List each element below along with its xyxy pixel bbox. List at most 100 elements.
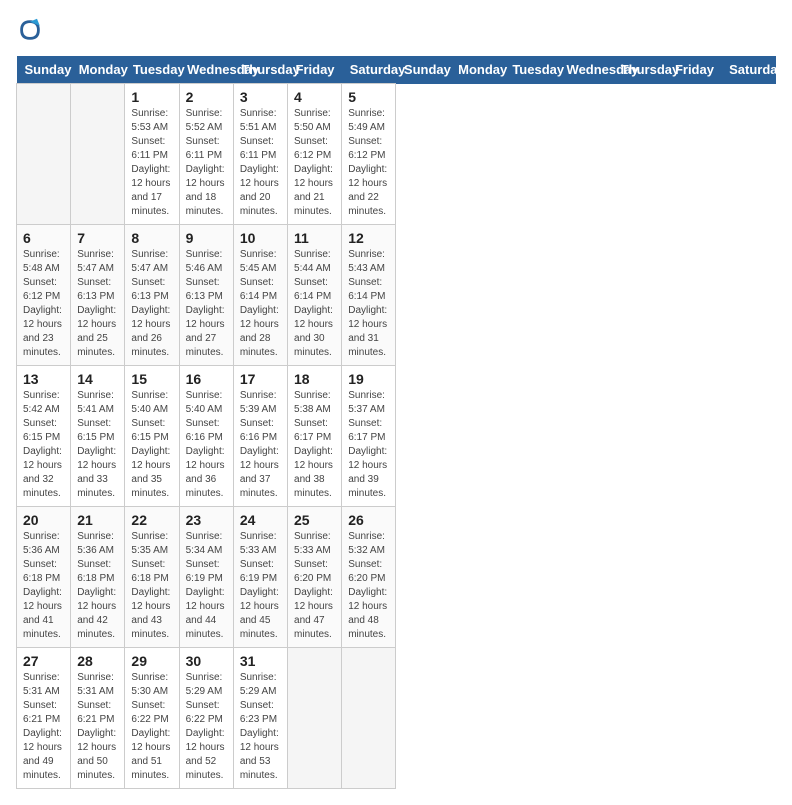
day-header-monday: Monday xyxy=(450,56,504,84)
day-info: Sunrise: 5:39 AM Sunset: 6:16 PM Dayligh… xyxy=(240,389,281,501)
calendar-cell: 27 Sunrise: 5:31 AM Sunset: 6:21 PM Dayli… xyxy=(17,648,71,789)
day-number: 10 xyxy=(240,230,281,246)
calendar-cell: 20Sunrise: 5:36 AM Sunset: 6:18 PM Dayli… xyxy=(17,507,71,648)
logo xyxy=(16,16,48,44)
calendar-cell: 29 Sunrise: 5:30 AM Sunset: 6:22 PM Dayli… xyxy=(125,648,179,789)
day-number: 6 xyxy=(23,230,64,246)
day-info: Sunrise: 5:48 AM Sunset: 6:12 PM Dayligh… xyxy=(23,248,64,360)
calendar-cell xyxy=(17,84,71,225)
day-header-sunday: Sunday xyxy=(17,56,71,84)
calendar-cell xyxy=(342,648,396,789)
day-header-wednesday: Wednesday xyxy=(179,56,233,84)
day-info: Sunrise: 5:43 AM Sunset: 6:14 PM Dayligh… xyxy=(348,248,389,360)
calendar-cell: 18 Sunrise: 5:38 AM Sunset: 6:17 PM Dayli… xyxy=(288,366,342,507)
day-number: 7 xyxy=(77,230,118,246)
day-info: Sunrise: 5:42 AM Sunset: 6:15 PM Dayligh… xyxy=(23,389,64,501)
calendar-cell xyxy=(71,84,125,225)
calendar-cell xyxy=(288,648,342,789)
day-info: Sunrise: 5:52 AM Sunset: 6:11 PM Dayligh… xyxy=(186,107,227,219)
day-number: 13 xyxy=(23,371,64,387)
day-number: 23 xyxy=(186,512,227,528)
day-header-thursday: Thursday xyxy=(613,56,667,84)
day-header-tuesday: Tuesday xyxy=(504,56,558,84)
day-info: Sunrise: 5:35 AM Sunset: 6:18 PM Dayligh… xyxy=(131,530,172,642)
day-number: 30 xyxy=(186,653,227,669)
day-info: Sunrise: 5:29 AM Sunset: 6:23 PM Dayligh… xyxy=(240,671,281,783)
logo-icon xyxy=(16,16,44,44)
calendar-week-row: 13 Sunrise: 5:42 AM Sunset: 6:15 PM Dayli… xyxy=(17,366,776,507)
day-number: 15 xyxy=(131,371,172,387)
calendar-cell: 1Sunrise: 5:53 AM Sunset: 6:11 PM Daylig… xyxy=(125,84,179,225)
calendar-header-row: SundayMondayTuesdayWednesdayThursdayFrid… xyxy=(17,56,776,84)
calendar-cell: 16Sunrise: 5:40 AM Sunset: 6:16 PM Dayli… xyxy=(179,366,233,507)
day-info: Sunrise: 5:31 AM Sunset: 6:21 PM Dayligh… xyxy=(77,671,118,783)
day-info: Sunrise: 5:47 AM Sunset: 6:13 PM Dayligh… xyxy=(77,248,118,360)
day-info: Sunrise: 5:40 AM Sunset: 6:16 PM Dayligh… xyxy=(186,389,227,501)
day-info: Sunrise: 5:32 AM Sunset: 6:20 PM Dayligh… xyxy=(348,530,389,642)
day-number: 5 xyxy=(348,89,389,105)
calendar-cell: 3Sunrise: 5:51 AM Sunset: 6:11 PM Daylig… xyxy=(233,84,287,225)
calendar-cell: 6 Sunrise: 5:48 AM Sunset: 6:12 PM Daylig… xyxy=(17,225,71,366)
day-info: Sunrise: 5:31 AM Sunset: 6:21 PM Dayligh… xyxy=(23,671,64,783)
day-info: Sunrise: 5:36 AM Sunset: 6:18 PM Dayligh… xyxy=(77,530,118,642)
day-info: Sunrise: 5:33 AM Sunset: 6:19 PM Dayligh… xyxy=(240,530,281,642)
calendar-cell: 17 Sunrise: 5:39 AM Sunset: 6:16 PM Dayli… xyxy=(233,366,287,507)
day-number: 19 xyxy=(348,371,389,387)
day-number: 20 xyxy=(23,512,64,528)
day-header-friday: Friday xyxy=(667,56,721,84)
day-info: Sunrise: 5:40 AM Sunset: 6:15 PM Dayligh… xyxy=(131,389,172,501)
day-number: 27 xyxy=(23,653,64,669)
day-info: Sunrise: 5:30 AM Sunset: 6:22 PM Dayligh… xyxy=(131,671,172,783)
day-header-friday: Friday xyxy=(288,56,342,84)
calendar-week-row: 20 Sunrise: 5:36 AM Sunset: 6:18 PM Dayli… xyxy=(17,507,776,648)
day-info: Sunrise: 5:45 AM Sunset: 6:14 PM Dayligh… xyxy=(240,248,281,360)
day-number: 17 xyxy=(240,371,281,387)
day-number: 2 xyxy=(186,89,227,105)
calendar-table: SundayMondayTuesdayWednesdayThursdayFrid… xyxy=(16,56,776,789)
day-number: 28 xyxy=(77,653,118,669)
day-number: 4 xyxy=(294,89,335,105)
day-number: 14 xyxy=(77,371,118,387)
calendar-cell: 11Sunrise: 5:44 AM Sunset: 6:14 PM Dayli… xyxy=(288,225,342,366)
day-header-sunday: Sunday xyxy=(396,56,450,84)
calendar-cell: 15 Sunrise: 5:40 AM Sunset: 6:15 PM Dayli… xyxy=(125,366,179,507)
calendar-cell: 5 Sunrise: 5:49 AM Sunset: 6:12 PM Daylig… xyxy=(342,84,396,225)
day-info: Sunrise: 5:37 AM Sunset: 6:17 PM Dayligh… xyxy=(348,389,389,501)
day-number: 24 xyxy=(240,512,281,528)
day-info: Sunrise: 5:34 AM Sunset: 6:19 PM Dayligh… xyxy=(186,530,227,642)
day-header-tuesday: Tuesday xyxy=(125,56,179,84)
calendar-cell: 19 Sunrise: 5:37 AM Sunset: 6:17 PM Dayli… xyxy=(342,366,396,507)
page-header xyxy=(16,16,776,44)
calendar-week-row: 1Sunrise: 5:53 AM Sunset: 6:11 PM Daylig… xyxy=(17,84,776,225)
day-number: 8 xyxy=(131,230,172,246)
day-number: 9 xyxy=(186,230,227,246)
calendar-cell: 22Sunrise: 5:35 AM Sunset: 6:18 PM Dayli… xyxy=(125,507,179,648)
calendar-week-row: 6 Sunrise: 5:48 AM Sunset: 6:12 PM Daylig… xyxy=(17,225,776,366)
day-info: Sunrise: 5:29 AM Sunset: 6:22 PM Dayligh… xyxy=(186,671,227,783)
day-number: 18 xyxy=(294,371,335,387)
calendar-cell: 21Sunrise: 5:36 AM Sunset: 6:18 PM Dayli… xyxy=(71,507,125,648)
calendar-cell: 24 Sunrise: 5:33 AM Sunset: 6:19 PM Dayli… xyxy=(233,507,287,648)
day-header-saturday: Saturday xyxy=(342,56,396,84)
day-info: Sunrise: 5:38 AM Sunset: 6:17 PM Dayligh… xyxy=(294,389,335,501)
calendar-cell: 7 Sunrise: 5:47 AM Sunset: 6:13 PM Daylig… xyxy=(71,225,125,366)
calendar-cell: 10 Sunrise: 5:45 AM Sunset: 6:14 PM Dayli… xyxy=(233,225,287,366)
day-header-wednesday: Wednesday xyxy=(559,56,613,84)
calendar-week-row: 27 Sunrise: 5:31 AM Sunset: 6:21 PM Dayli… xyxy=(17,648,776,789)
day-number: 26 xyxy=(348,512,389,528)
day-info: Sunrise: 5:41 AM Sunset: 6:15 PM Dayligh… xyxy=(77,389,118,501)
calendar-cell: 4 Sunrise: 5:50 AM Sunset: 6:12 PM Daylig… xyxy=(288,84,342,225)
day-number: 25 xyxy=(294,512,335,528)
calendar-cell: 31 Sunrise: 5:29 AM Sunset: 6:23 PM Dayli… xyxy=(233,648,287,789)
day-number: 1 xyxy=(131,89,172,105)
calendar-cell: 14 Sunrise: 5:41 AM Sunset: 6:15 PM Dayli… xyxy=(71,366,125,507)
day-number: 31 xyxy=(240,653,281,669)
day-header-monday: Monday xyxy=(71,56,125,84)
day-header-saturday: Saturday xyxy=(721,56,775,84)
day-info: Sunrise: 5:49 AM Sunset: 6:12 PM Dayligh… xyxy=(348,107,389,219)
calendar-cell: 2 Sunrise: 5:52 AM Sunset: 6:11 PM Daylig… xyxy=(179,84,233,225)
day-info: Sunrise: 5:50 AM Sunset: 6:12 PM Dayligh… xyxy=(294,107,335,219)
day-info: Sunrise: 5:51 AM Sunset: 6:11 PM Dayligh… xyxy=(240,107,281,219)
day-number: 29 xyxy=(131,653,172,669)
calendar-cell: 8Sunrise: 5:47 AM Sunset: 6:13 PM Daylig… xyxy=(125,225,179,366)
